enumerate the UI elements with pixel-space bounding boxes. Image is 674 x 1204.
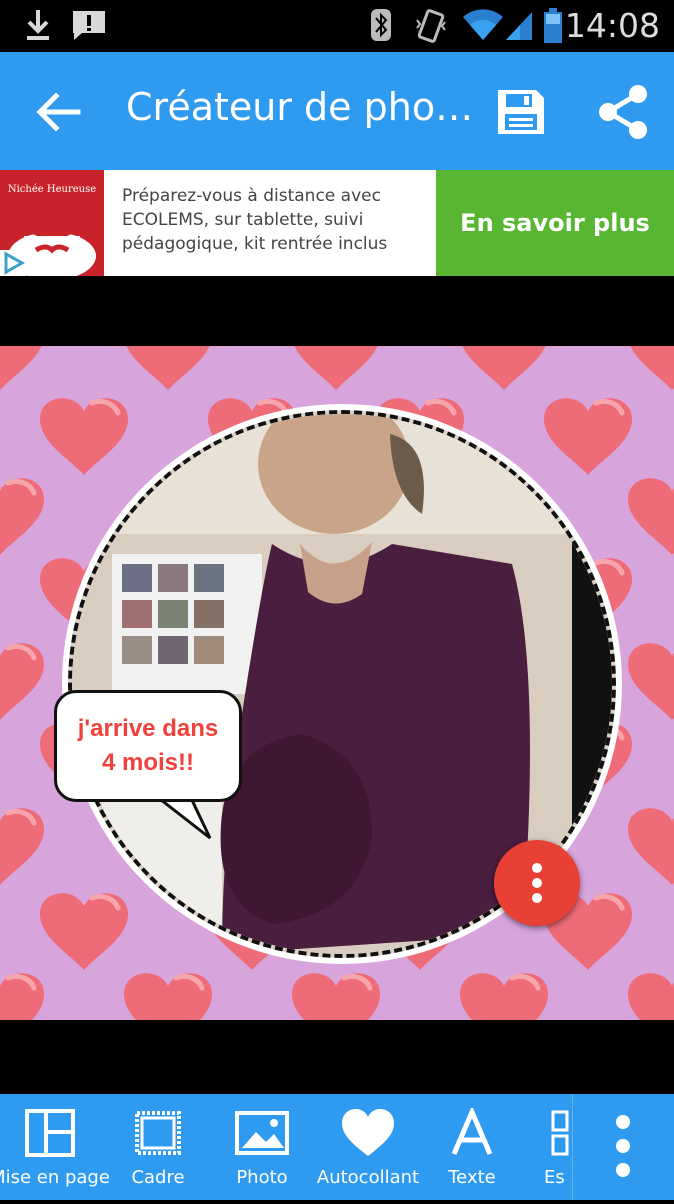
speech-bubble-line2: 4 mois!! — [101, 749, 194, 776]
ad-text: Préparez-vous à distance avec ECOLEMS, s… — [122, 186, 388, 254]
tool-frame[interactable]: Cadre — [106, 1094, 210, 1200]
layout-icon — [25, 1109, 75, 1157]
bluetooth-icon — [371, 9, 391, 41]
ad-banner[interactable]: Nichée Heureuse Préparez-vous à distance… — [0, 170, 674, 276]
heart-icon — [342, 1109, 394, 1156]
tool-layout[interactable]: Mise en page — [0, 1094, 110, 1200]
tool-spacing-label: Es — [544, 1167, 565, 1188]
more-vertical-icon — [532, 863, 542, 903]
signal-icon — [506, 12, 532, 40]
tool-photo-label: Photo — [236, 1167, 288, 1188]
speech-bubble[interactable]: j'arrive dans 4 mois!! — [54, 690, 242, 802]
options-fab-button[interactable] — [494, 840, 580, 926]
message-icon — [73, 11, 105, 40]
arrow-left-icon[interactable] — [34, 90, 82, 134]
tool-text-label: Texte — [448, 1167, 496, 1188]
more-vertical-icon — [616, 1115, 630, 1177]
tool-frame-label: Cadre — [131, 1167, 185, 1188]
wifi-icon — [463, 9, 503, 41]
status-bar: 14:08 — [0, 0, 674, 52]
bottom-toolbar: Mise en page Cadre Photo Autocollant Tex… — [0, 1094, 674, 1200]
battery-icon — [544, 8, 562, 43]
share-icon[interactable] — [596, 84, 650, 140]
speech-bubble-line1: j'arrive dans — [77, 715, 219, 742]
tool-photo[interactable]: Photo — [210, 1094, 314, 1200]
toolbar-more-button[interactable] — [572, 1094, 674, 1200]
vibrate-icon — [416, 9, 446, 43]
app-bar: Créateur de pho… — [0, 52, 674, 170]
floppy-disk-icon[interactable] — [494, 86, 548, 138]
ad-thumbnail-text: Nichée Heureuse — [7, 184, 97, 195]
text-icon — [451, 1108, 493, 1155]
clock: 14:08 — [564, 6, 660, 45]
adchoices-icon[interactable] — [0, 250, 26, 276]
image-icon — [235, 1111, 289, 1155]
ad-thumbnail[interactable]: Nichée Heureuse — [0, 170, 104, 276]
tool-sticker[interactable]: Autocollant — [316, 1094, 420, 1200]
tool-text[interactable]: Texte — [420, 1094, 524, 1200]
tool-layout-label: Mise en page — [0, 1167, 110, 1188]
frame-icon — [135, 1111, 181, 1155]
download-icon — [27, 10, 49, 40]
tool-sticker-label: Autocollant — [316, 1167, 420, 1188]
speech-bubble-tail — [153, 796, 212, 840]
app-title: Créateur de pho… — [126, 85, 474, 129]
learn-more-button[interactable]: En savoir plus — [436, 170, 674, 276]
